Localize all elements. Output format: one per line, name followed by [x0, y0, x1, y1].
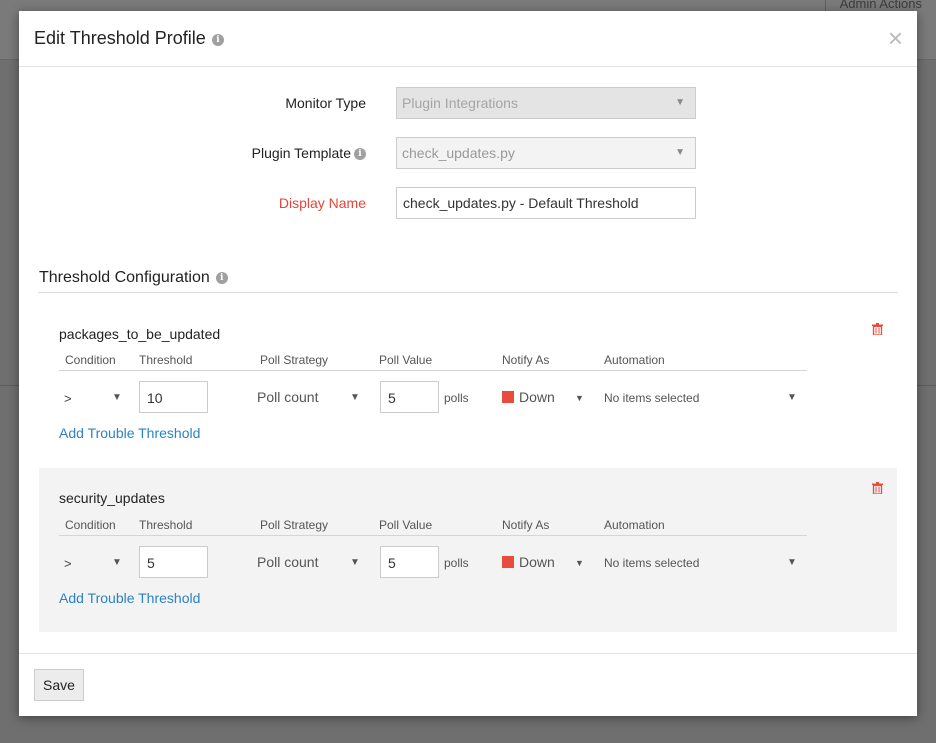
threshold-input[interactable]: 5 — [139, 546, 208, 578]
save-button[interactable]: Save — [34, 669, 84, 701]
modal-title: Edit Threshold Profile — [34, 28, 206, 48]
poll-value-input[interactable]: 5 — [380, 546, 439, 578]
footer-divider — [19, 653, 917, 654]
background-divider — [916, 385, 936, 386]
down-status-swatch — [502, 391, 514, 403]
threshold-input[interactable]: 10 — [139, 381, 208, 413]
notify-as-select[interactable]: Down — [519, 554, 555, 570]
info-icon[interactable]: i — [212, 34, 224, 46]
header-divider — [59, 535, 807, 536]
automation-select[interactable]: No items selected — [604, 391, 699, 405]
display-name-label: Display Name — [278, 195, 366, 211]
poll-strategy-select[interactable]: Poll count — [257, 389, 318, 405]
info-icon[interactable]: i — [215, 271, 228, 284]
column-header-threshold: Threshold — [139, 353, 193, 367]
chevron-down-icon[interactable]: ▼ — [787, 392, 797, 403]
metric-block-packages: packages_to_be_updated Condition Thresho… — [39, 311, 897, 476]
poll-unit-label: polls — [444, 391, 469, 405]
edit-threshold-modal: Edit Threshold Profile i × Monitor Type … — [19, 11, 917, 716]
chevron-down-icon: ▼ — [675, 147, 685, 158]
column-header-automation: Automation — [604, 518, 665, 532]
metric-name: packages_to_be_updated — [59, 326, 221, 342]
metric-name: security_updates — [59, 490, 165, 506]
poll-unit-label: polls — [444, 556, 469, 570]
chevron-down-icon[interactable]: ▼ — [575, 393, 584, 403]
column-header-condition: Condition — [65, 353, 116, 367]
chevron-down-icon[interactable]: ▼ — [787, 557, 797, 568]
trash-icon[interactable] — [872, 482, 883, 494]
add-trouble-threshold-link[interactable]: Add Trouble Threshold — [59, 590, 200, 606]
condition-select[interactable]: > — [64, 556, 72, 571]
monitor-type-label: Monitor Type — [285, 95, 366, 111]
condition-select[interactable]: > — [64, 391, 72, 406]
poll-strategy-select[interactable]: Poll count — [257, 554, 318, 570]
metric-block-security: security_updates Condition Threshold Pol… — [39, 468, 897, 632]
chevron-down-icon[interactable]: ▼ — [350, 557, 360, 568]
plugin-template-select[interactable]: check_updates.py ▼ — [396, 137, 696, 169]
threshold-config-title-text: Threshold Configuration — [39, 269, 210, 286]
column-header-threshold: Threshold — [139, 518, 193, 532]
info-icon[interactable]: i — [354, 148, 366, 161]
close-button[interactable]: × — [888, 25, 903, 51]
monitor-type-value: Plugin Integrations — [402, 95, 518, 111]
plugin-template-label: Plugin Template i — [252, 145, 366, 161]
chevron-down-icon[interactable]: ▼ — [112, 557, 122, 568]
automation-select[interactable]: No items selected — [604, 556, 699, 570]
column-header-poll-value: Poll Value — [379, 518, 433, 532]
background-divider — [0, 385, 20, 386]
monitor-type-row: Monitor Type Plugin Integrations ▼ — [19, 87, 917, 119]
column-header-condition: Condition — [65, 518, 116, 532]
header-divider — [59, 370, 807, 371]
plugin-template-row: Plugin Template i check_updates.py ▼ — [19, 137, 917, 169]
column-header-automation: Automation — [604, 353, 665, 367]
down-status-swatch — [502, 556, 514, 568]
poll-value-input[interactable]: 5 — [380, 381, 439, 413]
chevron-down-icon[interactable]: ▼ — [350, 392, 360, 403]
column-header-poll-strategy: Poll Strategy — [260, 353, 329, 367]
add-trouble-threshold-link[interactable]: Add Trouble Threshold — [59, 425, 200, 441]
chevron-down-icon[interactable]: ▼ — [112, 392, 122, 403]
column-header-poll-strategy: Poll Strategy — [260, 518, 329, 532]
trash-icon[interactable] — [872, 323, 883, 335]
display-name-row: Display Name check_updates.py - Default … — [19, 187, 917, 219]
column-header-poll-value: Poll Value — [379, 353, 433, 367]
plugin-template-value: check_updates.py — [402, 145, 515, 161]
display-name-input[interactable]: check_updates.py - Default Threshold — [396, 187, 696, 219]
chevron-down-icon: ▼ — [675, 97, 685, 108]
notify-as-select[interactable]: Down — [519, 389, 555, 405]
monitor-type-select[interactable]: Plugin Integrations ▼ — [396, 87, 696, 119]
chevron-down-icon[interactable]: ▼ — [575, 558, 584, 568]
section-divider — [38, 292, 898, 293]
threshold-config-title: Threshold Configuration i — [39, 269, 228, 287]
plugin-template-label-text: Plugin Template — [251, 145, 351, 161]
column-header-notify-as: Notify As — [502, 518, 550, 532]
column-header-notify-as: Notify As — [502, 353, 550, 367]
modal-header: Edit Threshold Profile i × — [19, 11, 917, 67]
